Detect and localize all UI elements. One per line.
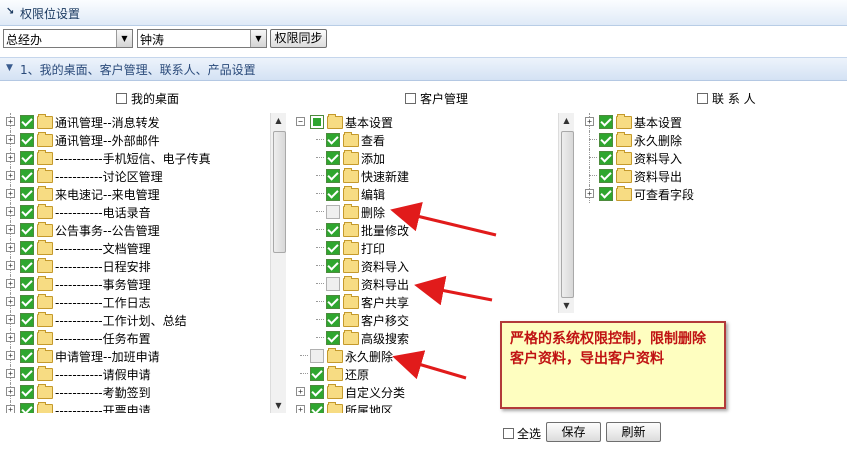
arrow-to-delete xyxy=(390,202,497,237)
select-all-checkbox[interactable] xyxy=(503,428,514,439)
annotation-callout-text: 严格的系统权限控制，限制删除客户资料，导出客户资料 xyxy=(510,331,706,367)
save-button[interactable]: 保存 xyxy=(546,422,601,442)
arrow-to-permanent-delete xyxy=(392,350,467,380)
arrow-to-export xyxy=(414,275,493,306)
annotation-callout: 严格的系统权限控制，限制删除客户资料，导出客户资料 xyxy=(500,321,726,409)
select-all-label: 全选 xyxy=(517,427,542,441)
refresh-button[interactable]: 刷新 xyxy=(606,422,661,442)
footer-bar: 全选 保存 刷新 xyxy=(0,420,847,450)
